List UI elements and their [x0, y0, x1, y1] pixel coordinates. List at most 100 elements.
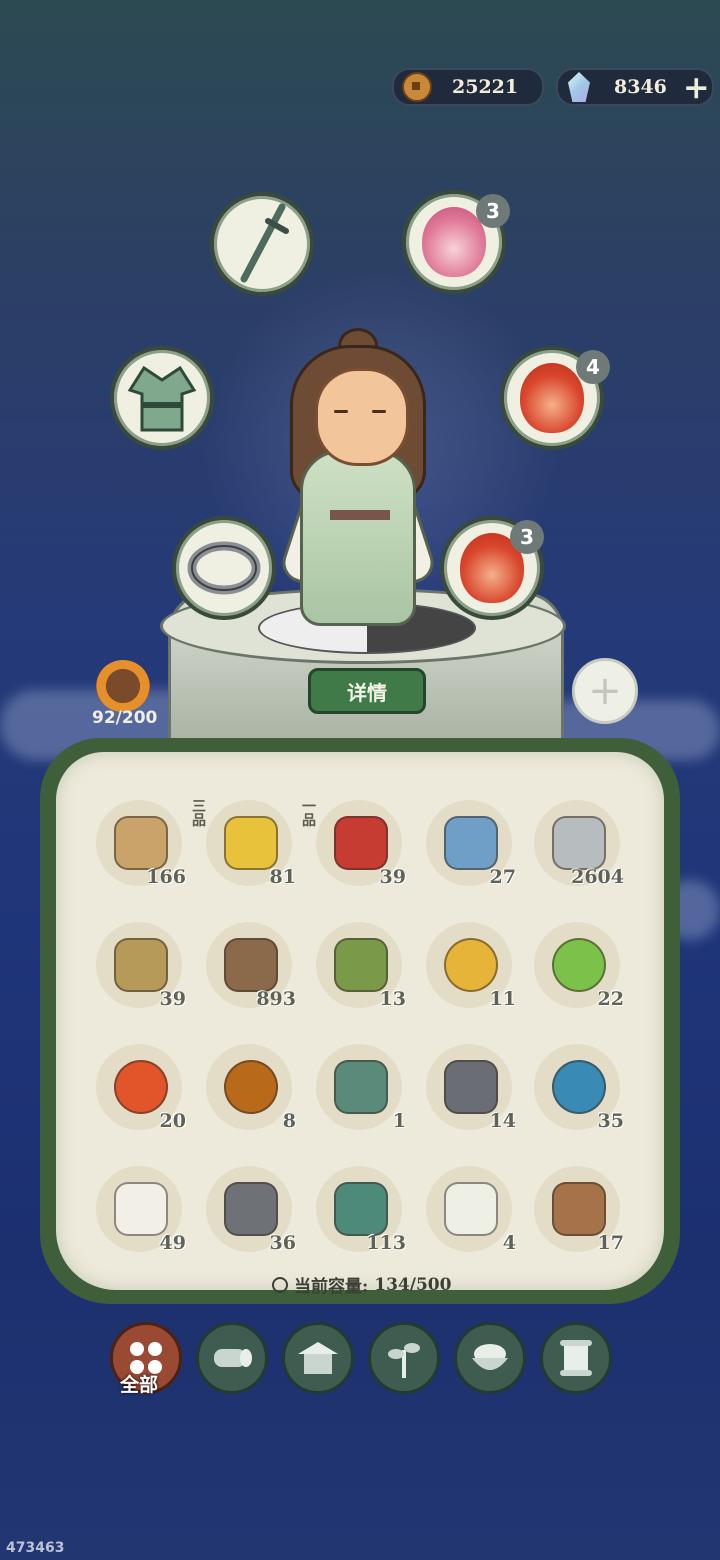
silkworm-icon: [114, 1182, 168, 1236]
building-category-icon: [298, 1342, 338, 1374]
inventory-item[interactable]: 1: [312, 1044, 406, 1144]
inventory-item[interactable]: 11: [422, 922, 516, 1022]
inventory-item[interactable]: 35: [530, 1044, 624, 1144]
inventory-item[interactable]: 20: [92, 1044, 186, 1144]
inventory-item[interactable]: 27: [422, 800, 516, 900]
inventory-item[interactable]: 一品 39: [302, 800, 406, 900]
item-count: 49: [159, 1232, 186, 1254]
jade-ingot-icon: [334, 1060, 388, 1114]
item-count: 11: [489, 988, 516, 1010]
scroll-category-icon: [560, 1340, 592, 1376]
item-count: 13: [379, 988, 406, 1010]
spirit-flame-orb-icon: [552, 1060, 606, 1114]
item-count: 39: [379, 866, 406, 888]
pet-slot-1[interactable]: 3: [402, 190, 510, 294]
inventory-item[interactable]: 39: [92, 922, 186, 1022]
capacity-label: 当前容量:: [294, 1277, 369, 1297]
herb-category-icon: [388, 1343, 420, 1378]
item-count: 14: [489, 1110, 516, 1132]
amber-orb-icon: [224, 1060, 278, 1114]
item-count: 35: [597, 1110, 624, 1132]
stamina-value: 92/200: [92, 708, 158, 728]
inventory-item[interactable]: 49: [92, 1166, 186, 1266]
detail-button[interactable]: 详情: [308, 668, 426, 714]
branch-log-icon: [552, 1182, 606, 1236]
weapon-slot[interactable]: [210, 192, 314, 296]
item-grade-label: 三品: [192, 799, 206, 829]
gem-counter: 8346 +: [556, 68, 714, 106]
item-count: 1: [392, 1110, 406, 1132]
copper-coin-icon: [402, 72, 432, 102]
inventory-item[interactable]: 113: [312, 1166, 406, 1266]
capacity-value: 134/500: [374, 1274, 452, 1295]
armor-slot[interactable]: [110, 346, 214, 450]
robe-armor-icon: [127, 365, 197, 432]
food-bowl-icon: [472, 1344, 508, 1370]
inventory-item[interactable]: 893: [202, 922, 296, 1022]
item-count: 22: [597, 988, 624, 1010]
inventory-item[interactable]: 166: [92, 800, 186, 900]
fire-orb-icon: [114, 1060, 168, 1114]
inventory-item[interactable]: 22: [530, 922, 624, 1022]
stone-icon: [552, 816, 606, 870]
cloth-bag-icon: [444, 816, 498, 870]
item-count: 893: [256, 988, 296, 1010]
inventory-item[interactable]: 2604: [530, 800, 624, 900]
gem-amount: 8346: [614, 76, 667, 98]
coin-counter: 25221: [392, 68, 544, 106]
green-orb-icon: [552, 938, 606, 992]
coin-amount: 25221: [452, 76, 519, 98]
build-id: 473463: [6, 1540, 65, 1556]
inventory-item[interactable]: 17: [530, 1166, 624, 1266]
tab-all-label: 全部: [120, 1374, 159, 1396]
spirit-gem-icon: [568, 72, 590, 102]
tab-wood[interactable]: [196, 1322, 268, 1394]
inventory-item[interactable]: 8: [202, 1044, 296, 1144]
item-count: 39: [159, 988, 186, 1010]
wood-log-icon: [224, 938, 278, 992]
lion-spirit-icon: [520, 363, 584, 433]
add-gems-button[interactable]: +: [683, 71, 710, 103]
sword-icon: [240, 203, 289, 283]
red-berry-icon: [334, 816, 388, 870]
item-count: 20: [159, 1110, 186, 1132]
pet-level-badge: 4: [576, 350, 610, 384]
jade-ore-icon: [334, 1182, 388, 1236]
iron-ingot-icon: [444, 1060, 498, 1114]
capacity-indicator: 当前容量: 134/500: [272, 1272, 451, 1297]
tab-building[interactable]: [282, 1322, 354, 1394]
item-count: 8: [282, 1110, 296, 1132]
tab-food[interactable]: [454, 1322, 526, 1394]
ring-slot[interactable]: [172, 516, 276, 620]
pet-level-badge: 3: [510, 520, 544, 554]
pet-level-badge: 3: [476, 194, 510, 228]
tab-herb[interactable]: [368, 1322, 440, 1394]
yellow-berry-icon: [224, 816, 278, 870]
wood-category-icon: [214, 1349, 252, 1367]
add-slot-button[interactable]: +: [572, 658, 638, 724]
pet-slot-3[interactable]: 3: [440, 516, 544, 620]
scroll-icon: [114, 816, 168, 870]
capacity-icon: [272, 1276, 288, 1293]
iron-ore-icon: [224, 1182, 278, 1236]
inventory-item[interactable]: 36: [202, 1166, 296, 1266]
tab-scroll[interactable]: [540, 1322, 612, 1394]
herb-flower-icon: [334, 938, 388, 992]
item-count: 4: [502, 1232, 516, 1254]
item-count: 17: [597, 1232, 624, 1254]
item-count: 36: [269, 1232, 296, 1254]
inventory-item[interactable]: 14: [422, 1044, 516, 1144]
yellow-orb-icon: [444, 938, 498, 992]
pet-slot-2[interactable]: 4: [500, 346, 610, 450]
inventory-item[interactable]: 三品 81: [192, 800, 296, 900]
inventory-item[interactable]: 13: [312, 922, 406, 1022]
item-grade-label: 一品: [302, 799, 316, 829]
item-count: 166: [146, 866, 186, 888]
straw-icon: [114, 938, 168, 992]
inventory-item[interactable]: 4: [422, 1166, 516, 1266]
stamina-icon[interactable]: [96, 660, 150, 712]
item-count: 81: [269, 866, 296, 888]
ring-icon: [187, 541, 261, 595]
item-count: 113: [366, 1232, 406, 1254]
duck-egg-icon: [444, 1182, 498, 1236]
